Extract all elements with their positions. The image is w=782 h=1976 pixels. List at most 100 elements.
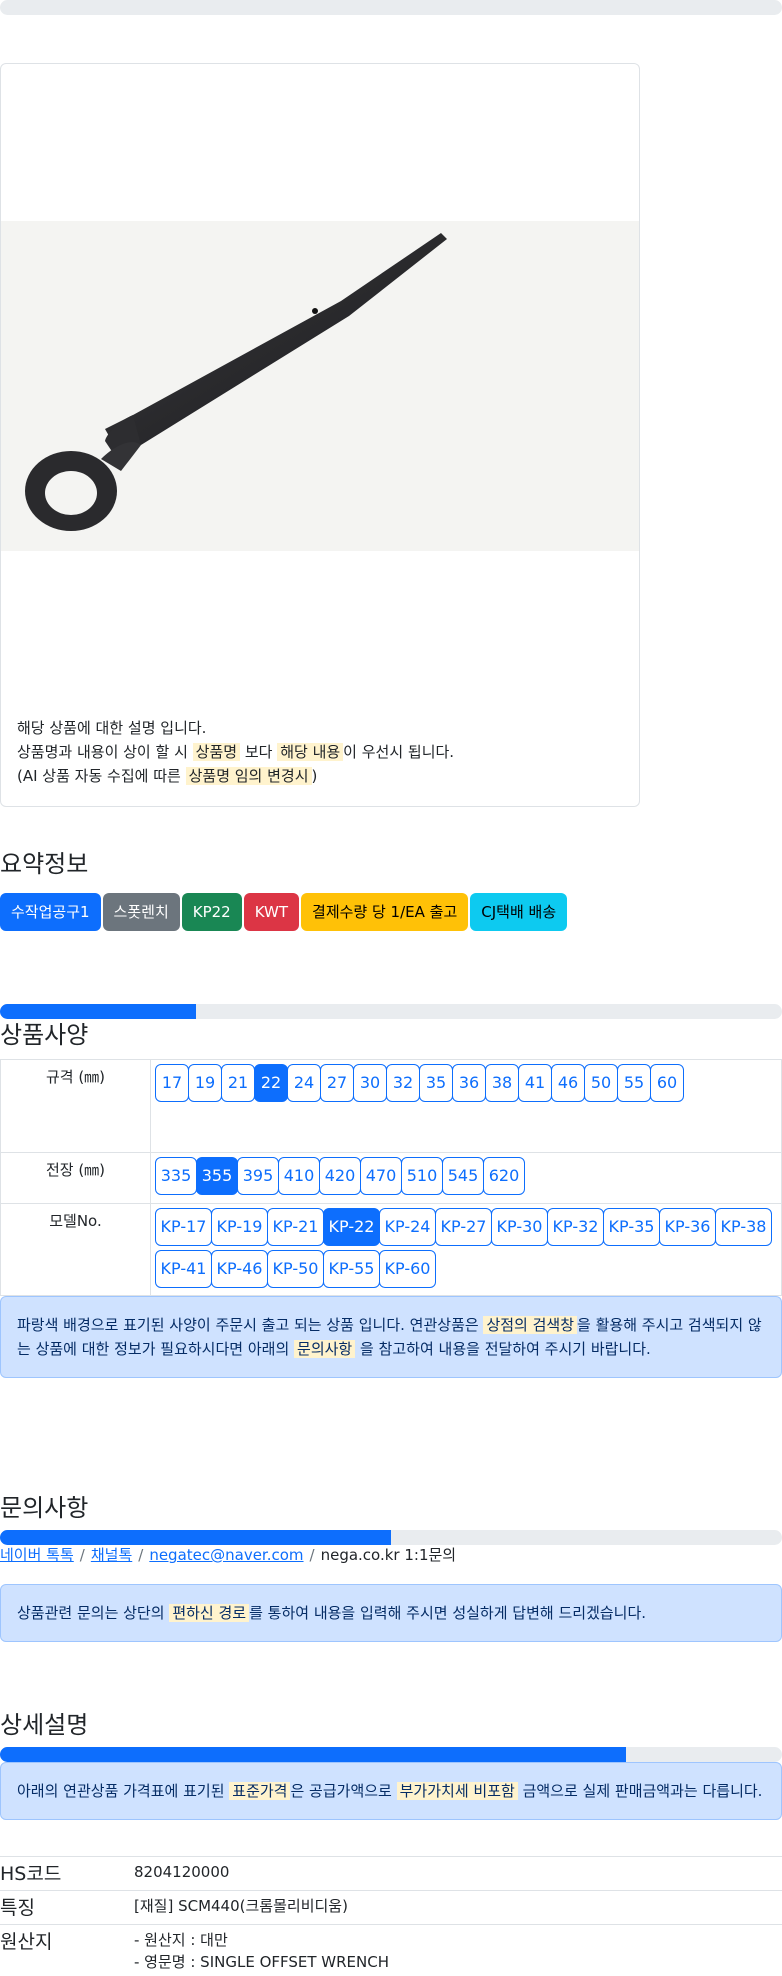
spec-label: 규격 (㎜) bbox=[0, 1059, 151, 1153]
spec-option-17[interactable]: 17 bbox=[155, 1064, 189, 1102]
highlight-standard-price: 표준가격 bbox=[229, 1782, 291, 1800]
inquiry-progress-bar bbox=[0, 1530, 782, 1545]
notice-text: 를 통하여 내용을 입력해 주시면 성실하게 답변해 드리겠습니다. bbox=[249, 1604, 647, 1622]
desc-text: 상품명과 내용이 상이 할 시 bbox=[17, 743, 193, 761]
spec-option-35[interactable]: 35 bbox=[419, 1064, 453, 1102]
badge-brand: KWT bbox=[243, 893, 300, 931]
spec-option-32[interactable]: 32 bbox=[386, 1064, 420, 1102]
spec-option-24[interactable]: 24 bbox=[287, 1064, 321, 1102]
spec-option-kp-21[interactable]: KP-21 bbox=[267, 1208, 324, 1246]
spec-option-420[interactable]: 420 bbox=[319, 1157, 361, 1195]
notice-text: 상품관련 문의는 상단의 bbox=[17, 1604, 170, 1622]
info-row-hscode: HS코드 8204120000 bbox=[0, 1856, 782, 1891]
detail-title: 상세설명 bbox=[0, 1711, 89, 1739]
highlight-name-change: 상품명 임의 변경시 bbox=[185, 767, 312, 785]
spec-option-335[interactable]: 335 bbox=[155, 1157, 197, 1195]
spec-option-30[interactable]: 30 bbox=[353, 1064, 387, 1102]
spec-option-kp-50[interactable]: KP-50 bbox=[267, 1250, 324, 1288]
notice-text: 금액으로 실제 판매금액과는 다릅니다. bbox=[517, 1782, 763, 1800]
info-value: 8204120000 bbox=[134, 1856, 782, 1891]
spec-option-395[interactable]: 395 bbox=[237, 1157, 279, 1195]
size-option-group: 17 19 21 22 24 27 30 32 35 36 38 41 46 50 55 60 bbox=[155, 1064, 777, 1102]
highlight-vat: 부가가치세 비포함 bbox=[396, 1782, 518, 1800]
spec-option-22[interactable]: 22 bbox=[254, 1064, 288, 1102]
spec-option-kp-32[interactable]: KP-32 bbox=[547, 1208, 604, 1246]
spec-option-kp-27[interactable]: KP-27 bbox=[435, 1208, 492, 1246]
separator: / bbox=[138, 1546, 144, 1564]
separator: / bbox=[309, 1546, 315, 1564]
info-row-origin: 원산지 - 원산지 : 대만 - 영문명 : SINGLE OFFSET WRE… bbox=[0, 1924, 782, 1976]
wrench-icon bbox=[25, 233, 447, 531]
spec-option-41[interactable]: 41 bbox=[518, 1064, 552, 1102]
model-option-group: KP-17 KP-19 KP-21 KP-22 KP-24 KP-27 KP-30 KP-32… bbox=[155, 1208, 777, 1288]
spec-table: 규격 (㎜) 17 19 21 22 24 27 30 32 35 36 38 41 46 50 55 60 … bbox=[0, 1059, 782, 1296]
info-line: - 원산지 : 대만 bbox=[134, 1931, 228, 1949]
spec-options: 335 355 395 410 420 470 510 545 620 bbox=[150, 1152, 782, 1204]
info-line: [재질] SCM440(크롬몰리비디움) bbox=[134, 1897, 348, 1915]
desc-text: 보다 bbox=[240, 743, 278, 761]
spec-option-kp-41[interactable]: KP-41 bbox=[155, 1250, 212, 1288]
notice-text: 아래의 연관상품 가격표에 표기된 bbox=[17, 1782, 230, 1800]
spec-option-kp-60[interactable]: KP-60 bbox=[379, 1250, 436, 1288]
spec-option-kp-17[interactable]: KP-17 bbox=[155, 1208, 212, 1246]
info-value: [재질] SCM440(크롬몰리비디움) bbox=[134, 1890, 782, 1925]
spec-option-kp-36[interactable]: KP-36 bbox=[659, 1208, 716, 1246]
inquiry-notice: 상품관련 문의는 상단의 편하신 경로 를 통하여 내용을 입력해 주시면 성실하… bbox=[0, 1584, 782, 1642]
spec-option-kp-19[interactable]: KP-19 bbox=[211, 1208, 268, 1246]
highlight-route: 편하신 경로 bbox=[169, 1604, 250, 1622]
desc-line-3: (AI 상품 자동 수집에 따른 상품명 임의 변경시) bbox=[17, 764, 454, 788]
info-line: - 영문명 : SINGLE OFFSET WRENCH bbox=[134, 1953, 389, 1971]
spec-option-kp-46[interactable]: KP-46 bbox=[211, 1250, 268, 1288]
spec-option-470[interactable]: 470 bbox=[360, 1157, 402, 1195]
spec-option-kp-35[interactable]: KP-35 bbox=[603, 1208, 660, 1246]
summary-badges: 수작업공구1 스폿렌치 KP22 KWT 결제수량 당 1/EA 출고 CJ택배… bbox=[0, 893, 568, 931]
detail-progress-fill bbox=[0, 1747, 626, 1762]
highlight-search: 상점의 검색창 bbox=[483, 1316, 578, 1334]
info-key: 원산지 bbox=[0, 1924, 134, 1976]
highlight-product-name: 상품명 bbox=[192, 743, 241, 761]
offset-wrench-image bbox=[1, 221, 639, 551]
spec-option-kp-30[interactable]: KP-30 bbox=[491, 1208, 548, 1246]
spec-option-46[interactable]: 46 bbox=[551, 1064, 585, 1102]
badge-type: 스폿렌치 bbox=[102, 893, 180, 931]
spec-option-410[interactable]: 410 bbox=[278, 1157, 320, 1195]
info-line: 8204120000 bbox=[134, 1863, 230, 1881]
spec-option-55[interactable]: 55 bbox=[617, 1064, 651, 1102]
spec-option-36[interactable]: 36 bbox=[452, 1064, 486, 1102]
product-card: 해당 상품에 대한 설명 입니다. 상품명과 내용이 상이 할 시 상품명 보다… bbox=[0, 63, 640, 807]
detail-notice: 아래의 연관상품 가격표에 표기된 표준가격 은 공급가액으로 부가가치세 비포함… bbox=[0, 1762, 782, 1820]
spec-option-60[interactable]: 60 bbox=[650, 1064, 684, 1102]
spec-option-27[interactable]: 27 bbox=[320, 1064, 354, 1102]
badge-quantity: 결제수량 당 1/EA 출고 bbox=[301, 893, 469, 931]
spec-option-510[interactable]: 510 bbox=[401, 1157, 443, 1195]
email-link[interactable]: negatec@naver.com bbox=[149, 1546, 303, 1564]
site-inquiry-text: nega.co.kr 1:1문의 bbox=[320, 1546, 457, 1564]
info-key: 특징 bbox=[0, 1890, 134, 1925]
spec-option-38[interactable]: 38 bbox=[485, 1064, 519, 1102]
spec-row-size: 규격 (㎜) 17 19 21 22 24 27 30 32 35 36 38 41 46 50 55 60 bbox=[0, 1059, 782, 1153]
spec-row-model: 모델No. KP-17 KP-19 KP-21 KP-22 KP-24 KP-27 KP-3… bbox=[0, 1203, 782, 1296]
spec-progress-bar bbox=[0, 1004, 782, 1019]
naver-talk-link[interactable]: 네이버 톡톡 bbox=[0, 1546, 74, 1564]
spec-option-21[interactable]: 21 bbox=[221, 1064, 255, 1102]
spec-label: 전장 (㎜) bbox=[0, 1152, 151, 1204]
spec-option-kp-22[interactable]: KP-22 bbox=[323, 1208, 380, 1246]
channel-talk-link[interactable]: 채널톡 bbox=[91, 1546, 132, 1564]
desc-text: 이 우선시 됩니다. bbox=[343, 743, 455, 761]
spec-label: 모델No. bbox=[0, 1203, 151, 1296]
spec-option-kp-55[interactable]: KP-55 bbox=[323, 1250, 380, 1288]
spec-option-kp-24[interactable]: KP-24 bbox=[379, 1208, 436, 1246]
spec-option-kp-38[interactable]: KP-38 bbox=[715, 1208, 772, 1246]
badge-model: KP22 bbox=[181, 893, 242, 931]
desc-text: ) bbox=[311, 767, 318, 785]
spec-option-50[interactable]: 50 bbox=[584, 1064, 618, 1102]
spec-option-620[interactable]: 620 bbox=[483, 1157, 525, 1195]
spec-option-545[interactable]: 545 bbox=[442, 1157, 484, 1195]
spec-option-355[interactable]: 355 bbox=[196, 1157, 238, 1195]
info-row-feature: 특징 [재질] SCM440(크롬몰리비디움) bbox=[0, 1890, 782, 1925]
spec-option-19[interactable]: 19 bbox=[188, 1064, 222, 1102]
length-option-group: 335 355 395 410 420 470 510 545 620 bbox=[155, 1157, 777, 1195]
separator: / bbox=[79, 1546, 85, 1564]
info-key: HS코드 bbox=[0, 1856, 134, 1891]
product-description: 해당 상품에 대한 설명 입니다. 상품명과 내용이 상이 할 시 상품명 보다… bbox=[17, 716, 454, 788]
